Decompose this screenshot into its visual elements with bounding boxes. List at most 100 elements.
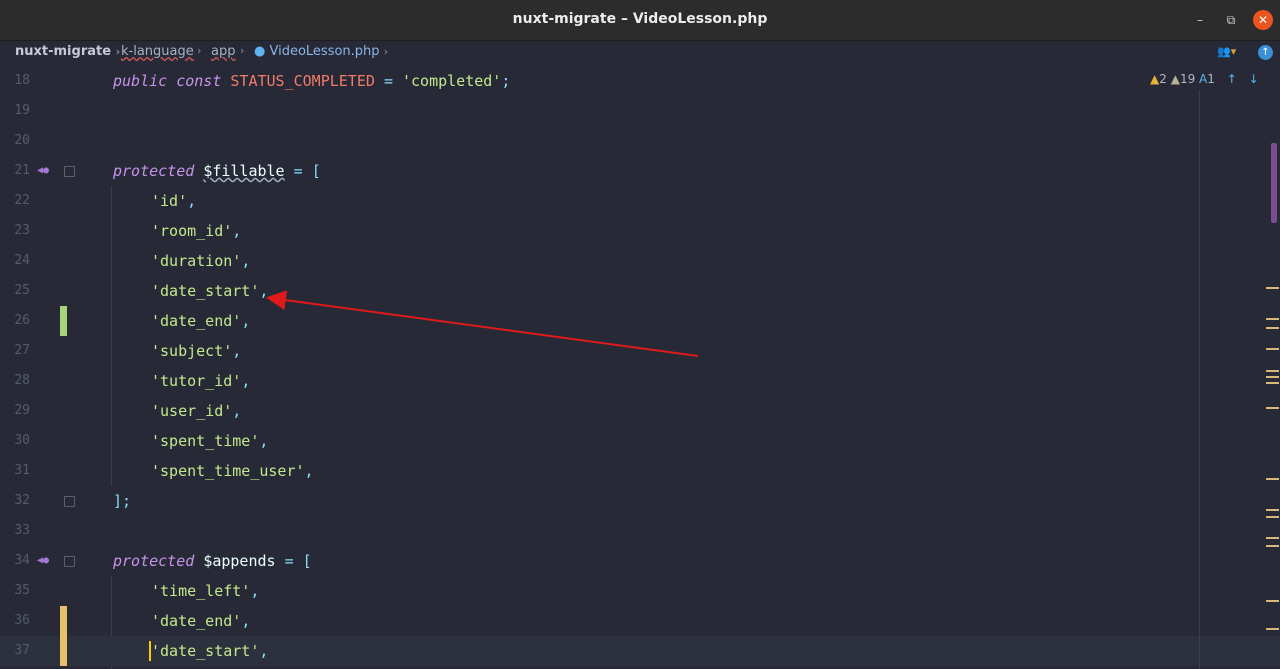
- window-title: nuxt-migrate – VideoLesson.php: [512, 11, 768, 27]
- code-line-26: 26 'date_end',: [0, 306, 1280, 336]
- code-line-27: 27 'subject',: [0, 336, 1280, 366]
- string-literal: 'time_left': [151, 582, 251, 600]
- string-literal: 'spent_time': [151, 432, 260, 450]
- next-highlight-icon[interactable]: ↓: [1249, 72, 1259, 86]
- vcs-modified-marker[interactable]: [60, 606, 67, 636]
- fold-icon[interactable]: [64, 166, 75, 177]
- fold-icon[interactable]: [64, 556, 75, 567]
- weak-warning-icon: ▲: [1170, 72, 1180, 86]
- scrollbar-marker[interactable]: [1266, 600, 1279, 602]
- comma: ,: [232, 222, 242, 240]
- scrollbar-marker[interactable]: [1266, 509, 1279, 511]
- php-class-icon: ●: [254, 44, 266, 59]
- code-line-37: 37 'date_start',: [0, 636, 1280, 666]
- comma: ,: [259, 642, 269, 660]
- inspection-widget[interactable]: ▲2 ▲19 A1 ↑ ↓: [1150, 72, 1259, 86]
- comma: ,: [259, 282, 269, 300]
- comma: ,: [250, 582, 260, 600]
- scrollbar-marker[interactable]: [1266, 382, 1279, 384]
- arrow-up-icon[interactable]: ↑: [1258, 45, 1273, 60]
- line-number: 26: [14, 313, 30, 328]
- code-line-33: 33: [0, 516, 1280, 546]
- scrollbar-marker[interactable]: [1266, 516, 1279, 518]
- code-line-23: 23 'room_id',: [0, 216, 1280, 246]
- code-line-18: 18 public const STATUS_COMPLETED = 'comp…: [0, 66, 1280, 96]
- line-number: 22: [14, 193, 30, 208]
- scrollbar-marker[interactable]: [1266, 478, 1279, 480]
- maximize-button[interactable]: ⧉: [1221, 10, 1241, 30]
- close-button[interactable]: ✕: [1253, 10, 1273, 30]
- line-number: 31: [14, 463, 30, 478]
- string-literal: 'duration': [151, 252, 242, 270]
- string-literal: 'tutor_id': [151, 372, 242, 390]
- string-literal: 'subject': [151, 342, 233, 360]
- warning-count: 2: [1159, 72, 1167, 86]
- title-bar: nuxt-migrate – VideoLesson.php – ⧉ ✕: [0, 0, 1280, 41]
- operator: =: [284, 552, 294, 570]
- string-literal: 'id': [151, 192, 188, 210]
- vcs-modified-marker[interactable]: [60, 636, 67, 666]
- scrollbar-marker[interactable]: [1266, 537, 1279, 539]
- breadcrumb-folder-k-language[interactable]: k-language: [121, 44, 194, 59]
- bracket: ];: [113, 492, 132, 510]
- line-number: 35: [14, 583, 30, 598]
- line-number: 24: [14, 253, 30, 268]
- code-line-31: 31 'spent_time_user',: [0, 456, 1280, 486]
- string-literal: 'date_start': [151, 642, 260, 660]
- code-line-35: 35 'time_left',: [0, 576, 1280, 606]
- code-editor[interactable]: 18 public const STATUS_COMPLETED = 'comp…: [0, 66, 1280, 669]
- string-literal: 'date_end': [151, 312, 242, 330]
- line-number: 21: [14, 163, 30, 178]
- line-number: 19: [14, 103, 30, 118]
- scrollbar-marker[interactable]: [1266, 318, 1279, 320]
- weak-warning-count: 19: [1179, 72, 1196, 86]
- vcs-added-marker[interactable]: [60, 306, 67, 336]
- scrollbar-marker[interactable]: [1266, 628, 1279, 630]
- fold-icon[interactable]: [64, 496, 75, 507]
- previous-highlight-icon[interactable]: ↑: [1227, 72, 1237, 86]
- code-line-20: 20: [0, 126, 1280, 156]
- minimize-button[interactable]: –: [1190, 10, 1210, 30]
- breadcrumb-project[interactable]: nuxt-migrate ›: [15, 44, 120, 59]
- keyword: protected: [113, 552, 195, 570]
- line-number: 36: [14, 613, 30, 628]
- comma: ,: [232, 402, 242, 420]
- scrollbar-marker[interactable]: [1266, 545, 1279, 547]
- typo-count: 1: [1207, 72, 1215, 86]
- line-number: 20: [14, 133, 30, 148]
- comma: ,: [241, 312, 251, 330]
- comma: ,: [259, 432, 269, 450]
- line-number: 27: [14, 343, 30, 358]
- override-icon[interactable]: ◀●: [37, 165, 49, 176]
- line-number: 25: [14, 283, 30, 298]
- code-line-19: 19: [0, 96, 1280, 126]
- line-number: 29: [14, 403, 30, 418]
- operator: =: [293, 162, 303, 180]
- code-line-21: 21 ◀● protected $fillable = [: [0, 156, 1280, 186]
- chevron-right-icon: ›: [240, 44, 245, 57]
- bracket: [: [311, 162, 321, 180]
- comma: ,: [241, 252, 251, 270]
- string-literal: 'completed': [402, 72, 502, 90]
- breadcrumb-file[interactable]: ● VideoLesson.php ›: [254, 44, 388, 59]
- breadcrumb-folder-app[interactable]: app: [211, 44, 235, 59]
- scrollbar-marker[interactable]: [1266, 327, 1279, 329]
- users-icon[interactable]: 👥▾: [1217, 45, 1236, 58]
- string-literal: 'room_id': [151, 222, 233, 240]
- override-icon[interactable]: ◀●: [37, 555, 49, 566]
- line-number: 32: [14, 493, 30, 508]
- chevron-right-icon: ›: [115, 45, 121, 58]
- scrollbar-thumb[interactable]: [1271, 143, 1277, 223]
- scrollbar-marker[interactable]: [1266, 287, 1279, 289]
- string-literal: 'spent_time_user': [151, 462, 305, 480]
- scrollbar-marker[interactable]: [1266, 407, 1279, 409]
- chevron-right-icon: ›: [383, 45, 389, 58]
- property-name: $appends: [203, 552, 276, 570]
- chevron-right-icon: ›: [197, 44, 202, 57]
- keyword: protected: [113, 162, 195, 180]
- code-line-32: 32 ];: [0, 486, 1280, 516]
- scrollbar-marker[interactable]: [1266, 370, 1279, 372]
- scrollbar-marker[interactable]: [1266, 348, 1279, 350]
- string-literal: 'user_id': [151, 402, 233, 420]
- scrollbar-marker[interactable]: [1266, 376, 1279, 378]
